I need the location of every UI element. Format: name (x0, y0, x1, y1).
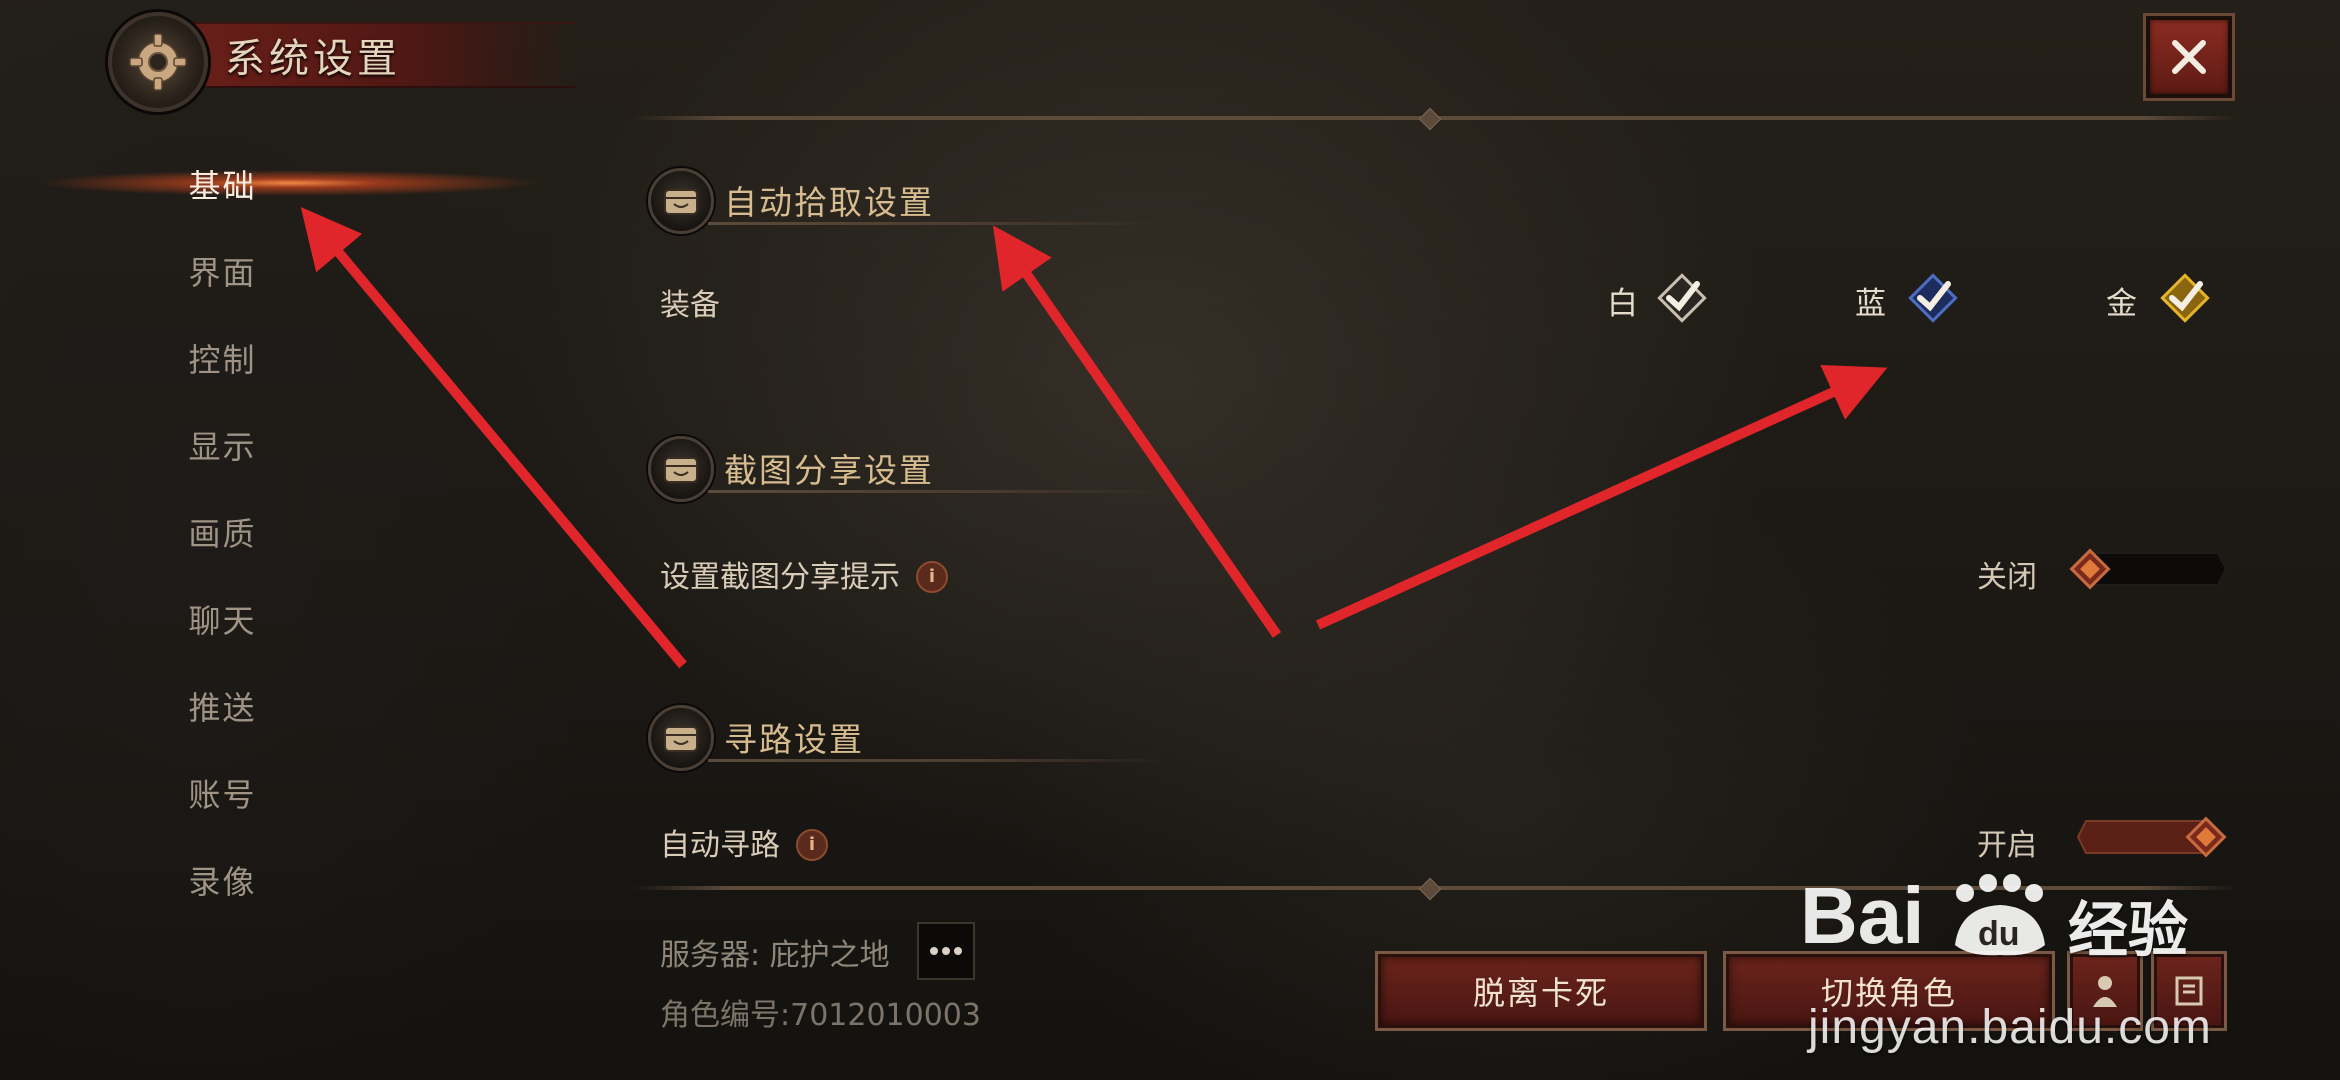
arrow-to-quality (1315, 365, 1888, 630)
sidebar-item-label: 推送 (188, 688, 257, 727)
page-title: 系统设置 (225, 36, 401, 82)
close-button[interactable] (2146, 16, 2232, 98)
quality-gold-label: 金 (2106, 286, 2137, 322)
sidebar-item-graphics[interactable]: 画质 (0, 488, 445, 575)
chest-icon (648, 168, 714, 234)
checkbox-gold-icon (2160, 273, 2210, 323)
watermark-jingyan: 经验 (2068, 896, 2188, 966)
info-icon[interactable]: i (916, 560, 948, 593)
settings-gear-icon (108, 12, 208, 112)
sidebar: 基础 界面 控制 显示 画质 聊天 推送 账号 录像 (0, 140, 540, 923)
screenshot-share-row: 设置截图分享提示 i (660, 552, 948, 596)
chest-icon (648, 705, 714, 771)
quality-blue-checkbox[interactable] (1903, 268, 1963, 328)
sidebar-item-account[interactable]: 账号 (0, 749, 445, 836)
unstuck-button[interactable]: 脱离卡死 (1378, 954, 1704, 1028)
svg-text:Bai: Bai (1800, 871, 1925, 960)
quality-blue-label: 蓝 (1855, 286, 1886, 322)
role-id: 角色编号:7012010003 (660, 998, 981, 1033)
sidebar-item-recording[interactable]: 录像 (0, 836, 445, 923)
pathfinding-row: 自动寻路 i (660, 820, 828, 864)
screenshot-share-label: 设置截图分享提示 (660, 560, 900, 595)
sidebar-item-label: 录像 (188, 862, 257, 901)
sidebar-item-label: 基础 (188, 166, 257, 205)
screenshot-share-toggle[interactable] (2068, 547, 2228, 591)
checkbox-blue-icon (1908, 273, 1958, 323)
section-underline (708, 759, 1168, 762)
sidebar-item-push[interactable]: 推送 (0, 662, 445, 749)
divider-ornament (1418, 877, 1442, 901)
section-title: 截图分享设置 (724, 451, 934, 490)
section-underline (708, 490, 1168, 493)
info-icon[interactable]: i (796, 828, 828, 861)
pathfinding-label: 自动寻路 (660, 828, 780, 863)
section-title: 寻路设置 (724, 720, 864, 759)
sidebar-item-label: 显示 (188, 427, 257, 466)
sidebar-item-control[interactable]: 控制 (0, 314, 445, 401)
sidebar-item-label: 账号 (188, 775, 257, 814)
pathfinding-toggle[interactable] (2068, 815, 2228, 859)
chest-icon (648, 436, 714, 502)
svg-text:du: du (1978, 915, 2020, 953)
pathfinding-state: 开启 (1977, 828, 2037, 863)
quality-white-checkbox[interactable] (1652, 268, 1712, 328)
close-icon (2172, 40, 2206, 74)
sidebar-item-interface[interactable]: 界面 (0, 227, 445, 314)
screenshot-share-state: 关闭 (1977, 560, 2037, 595)
server-status-icon (917, 922, 975, 980)
sidebar-item-basic[interactable]: 基础 (0, 140, 540, 227)
sidebar-item-label: 界面 (188, 253, 257, 292)
sidebar-item-label: 画质 (188, 514, 257, 553)
sidebar-item-label: 聊天 (188, 601, 257, 640)
checkbox-white-icon (1657, 273, 1707, 323)
sidebar-item-chat[interactable]: 聊天 (0, 575, 445, 662)
watermark-url: jingyan.baidu.com (1808, 1001, 2212, 1054)
sidebar-item-label: 控制 (188, 340, 257, 379)
quality-gold-checkbox[interactable] (2155, 268, 2215, 328)
equipment-label: 装备 (660, 288, 720, 323)
sidebar-item-display[interactable]: 显示 (0, 401, 445, 488)
section-title: 自动拾取设置 (724, 183, 934, 222)
arrow-to-auto-pickup (992, 225, 1282, 638)
divider-ornament (1418, 107, 1442, 131)
section-underline (708, 222, 1168, 225)
server-name: 服务器: 庇护之地 (660, 938, 890, 973)
quality-white-label: 白 (1607, 286, 1638, 322)
